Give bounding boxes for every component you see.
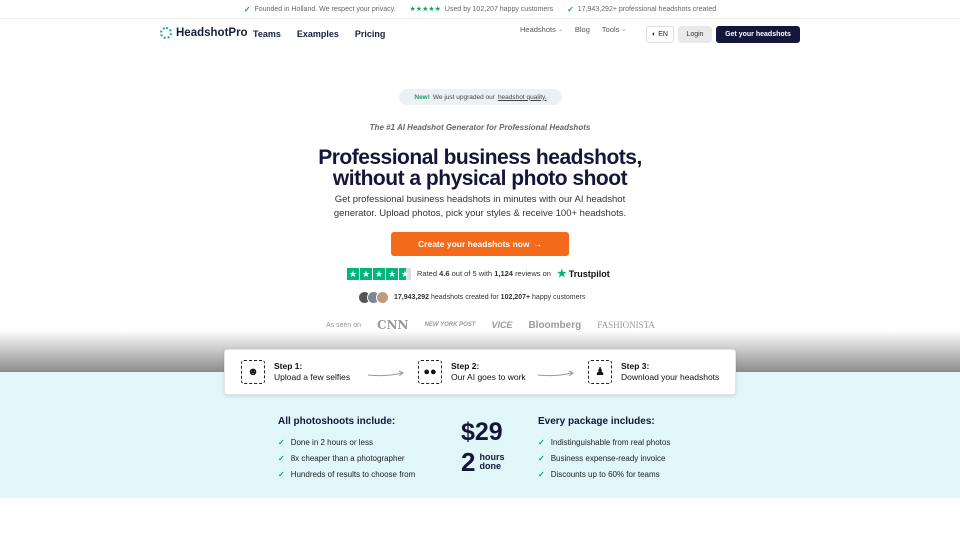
page-title-line-1: Professional business headshots, [318, 146, 642, 169]
nav-dropdown-tools[interactable]: Tools ⌄ [602, 25, 627, 34]
nav-dropdown-headshots-label: Headshots [520, 25, 556, 34]
hero-subtitle-line-2: generator. Upload photos, pick your styl… [333, 208, 627, 219]
happy-customers-row: 17,943,292 headshots created for 102,207… [358, 291, 585, 304]
check-icon: ✓ [278, 469, 285, 479]
chevron-down-icon: ⌄ [621, 27, 627, 33]
nav-dropdown-tools-label: Tools [601, 25, 620, 34]
main-navigation: HeadshotPro Teams Examples Pricing Heads… [0, 19, 960, 51]
happy-customers-text: 17,943,292 headshots created for 102,207… [394, 294, 586, 301]
top-announcement-bar: ✓ Founded in Holland. We respect your pr… [0, 0, 960, 19]
create-headshots-button[interactable]: Create your headshots now → [391, 232, 569, 256]
trustpilot-stars-icon: ★ ★ ★ ★ ★ [347, 267, 411, 280]
avatar [376, 291, 389, 304]
topbar-item-privacy: ✓ Founded in Holland. We respect your pr… [244, 5, 396, 14]
topbar-item-customers: ★★★★★ Used by 102,207 happy customers [409, 5, 554, 14]
rating-score: 4.6 [439, 269, 450, 278]
page-title: Professional business headshots, without… [0, 147, 960, 189]
step-1-title: Step 1: [274, 361, 303, 371]
get-headshots-button[interactable]: Get your headshots [716, 26, 800, 43]
nav-right-links: Headshots ⌄ Blog Tools ⌄ [520, 25, 630, 34]
fashionista-logo: FASHIONISTA [597, 320, 655, 330]
step-2-title: Step 2: [451, 361, 480, 371]
step-3: ♟ Step 3: Download your headshots [588, 360, 719, 384]
steps-card: ☻ Step 1: Upload a few selfies ●● Step 2:… [224, 349, 736, 395]
check-icon: ✓ [538, 437, 545, 447]
step-3-text: Download your headshots [621, 372, 720, 382]
step-2-text: Our AI goes to work [451, 372, 526, 382]
logo-text: HeadshotPro [176, 27, 248, 39]
nav-link-examples[interactable]: Examples [297, 29, 339, 39]
globe-icon: ◐ [652, 31, 657, 38]
turnaround-time: 2 hours done [461, 449, 504, 475]
list-item: ✓ Indistinguishable from real photos [538, 437, 671, 447]
logo-mark-icon [160, 27, 172, 39]
list-item: ✓ Business expense-ready invoice [538, 453, 666, 463]
photoshoots-include-heading: All photoshoots include: [278, 416, 396, 427]
nav-dropdown-headshots[interactable]: Headshots ⌄ [520, 25, 563, 34]
ai-eyes-icon: ●● [418, 360, 442, 384]
rating-stars-icon: ★★★★★ [409, 6, 441, 13]
nav-link-teams[interactable]: Teams [253, 29, 281, 39]
as-seen-on-label: As seen on [326, 321, 362, 329]
nav-links: Teams Examples Pricing [253, 29, 385, 39]
topbar-item-headshots: ✓ 17,943,292+ professional headshots cre… [567, 5, 716, 14]
trustpilot-star-icon: ★ [556, 268, 567, 280]
list-item: ✓ Done in 2 hours or less [278, 437, 373, 447]
announcement-pill[interactable]: New! We just upgraded our headshot quali… [399, 89, 562, 105]
logo[interactable]: HeadshotPro [160, 27, 248, 39]
rating-text: Rated 4.6 out of 5 with 1,124 reviews on [417, 269, 551, 278]
hero-eyebrow: The #1 AI Headshot Generator for Profess… [369, 123, 591, 132]
check-icon: ✓ [278, 453, 285, 463]
announcement-link[interactable]: headshot quality. [498, 94, 547, 101]
nav-link-blog[interactable]: Blog [575, 25, 590, 34]
customer-avatars [358, 291, 389, 304]
page-title-line-2: without a physical photo shoot [332, 167, 628, 190]
step-2: ●● Step 2: Our AI goes to work [418, 360, 526, 384]
chevron-down-icon: ⌄ [557, 27, 563, 33]
check-icon: ✓ [278, 437, 285, 447]
login-button[interactable]: Login [678, 26, 712, 43]
selfie-face-icon: ☻ [241, 360, 265, 384]
review-count: 1,124 [494, 269, 513, 278]
language-selector[interactable]: ◐ EN [646, 26, 674, 43]
package-include: Every package includes: ✓ Indistinguishab… [538, 416, 670, 482]
person-portrait-icon: ♟ [588, 360, 612, 384]
hero-subtitle: Get professional business headshots in m… [0, 193, 960, 221]
list-item: ✓ Discounts up to 60% for teams [538, 469, 660, 479]
done-word: done [479, 461, 501, 471]
topbar-privacy-text: Founded in Holland. We respect your priv… [254, 5, 396, 13]
new-york-post-logo: NEW YORK POST [424, 322, 476, 328]
hero-subtitle-line-1: Get professional business headshots in m… [334, 194, 626, 205]
trustpilot-logo: ★ Trustpilot [557, 267, 610, 280]
list-item: ✓ 8x cheaper than a photographer [278, 453, 405, 463]
check-icon: ✓ [567, 4, 574, 14]
list-item: ✓ Hundreds of results to choose from [278, 469, 416, 479]
customer-count: 102,207+ [500, 294, 531, 301]
price-amount: $29 [461, 418, 503, 446]
check-icon: ✓ [538, 453, 545, 463]
photoshoots-include: All photoshoots include: ✓ Done in 2 hour… [278, 416, 415, 482]
bloomberg-logo: Bloomberg [528, 319, 582, 331]
language-label: EN [658, 31, 668, 38]
step-3-title: Step 3: [621, 361, 650, 371]
topbar-customers-text: Used by 102,207 happy customers [444, 5, 554, 13]
announcement-text: We just upgraded our [432, 93, 495, 101]
step-1: ☻ Step 1: Upload a few selfies [241, 360, 350, 384]
headshot-count: 17,943,292 [394, 294, 430, 301]
topbar-headshots-text: 17,943,292+ professional headshots creat… [577, 5, 717, 13]
new-badge: New! [414, 93, 430, 101]
vice-logo: VICE [491, 320, 513, 330]
arrow-right-icon [537, 370, 574, 377]
nav-link-pricing[interactable]: Pricing [355, 29, 386, 39]
step-1-text: Upload a few selfies [274, 372, 351, 382]
check-icon: ✓ [243, 4, 251, 14]
arrow-right-icon: → [533, 239, 542, 249]
hours-number: 2 [461, 447, 476, 477]
trustpilot-brand: Trustpilot [568, 268, 610, 279]
check-icon: ✓ [538, 469, 545, 479]
trustpilot-rating[interactable]: ★ ★ ★ ★ ★ Rated 4.6 out of 5 with 1,124 revi… [347, 267, 610, 280]
arrow-right-icon [367, 370, 404, 377]
create-headshots-label: Create your headshots now [418, 239, 530, 249]
package-include-heading: Every package includes: [538, 416, 655, 427]
